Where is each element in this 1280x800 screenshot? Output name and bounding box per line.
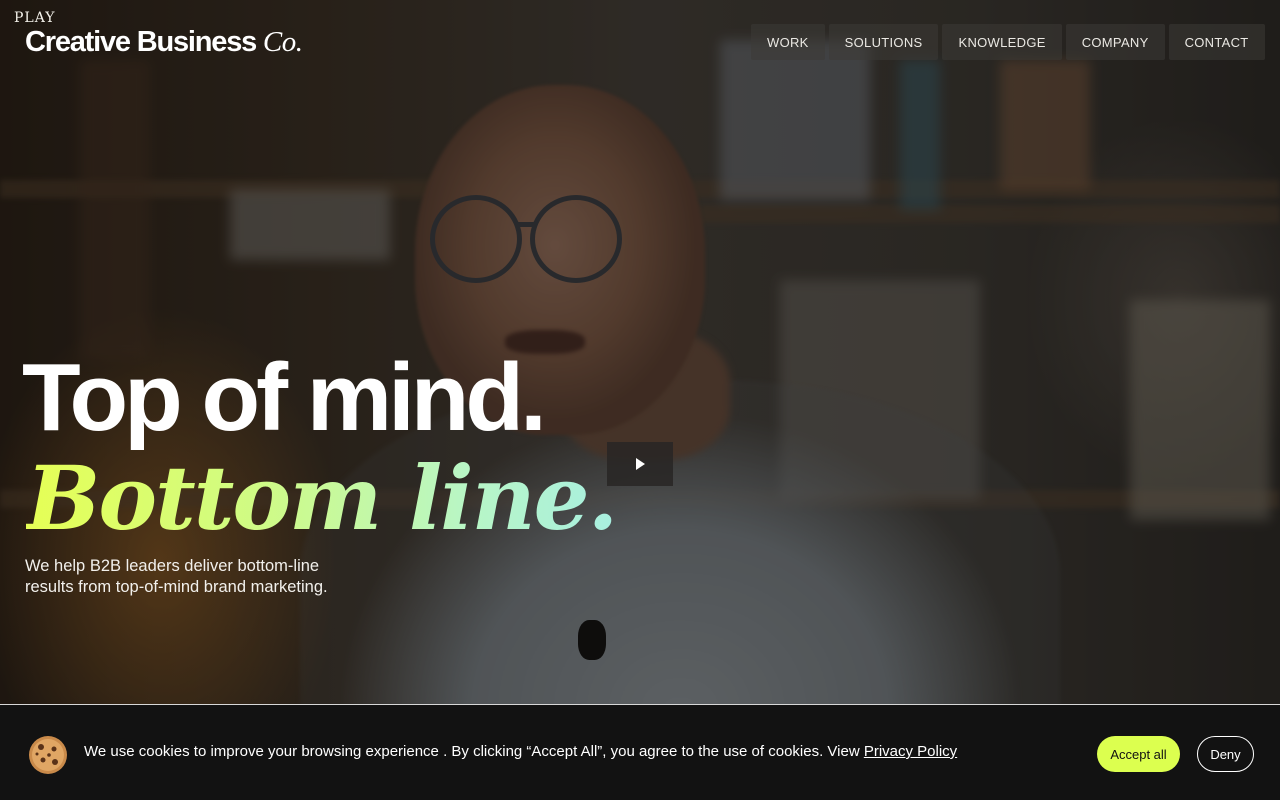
site-logo[interactable]: Creative Business Co. xyxy=(25,26,303,59)
privacy-policy-link[interactable]: Privacy Policy xyxy=(864,743,957,760)
accept-all-button[interactable]: Accept all xyxy=(1097,736,1180,772)
nav-item-company[interactable]: COMPANY xyxy=(1065,24,1165,60)
cookie-icon xyxy=(29,736,67,774)
deny-button[interactable]: Deny xyxy=(1197,736,1254,772)
play-video-button[interactable] xyxy=(607,442,673,486)
hero-headline-italic: Bottom line. xyxy=(26,446,618,550)
nav-item-contact[interactable]: CONTACT xyxy=(1168,24,1265,60)
nav-item-work[interactable]: WORK xyxy=(751,24,825,60)
play-icon xyxy=(636,458,645,470)
logo-main: Creative Business xyxy=(25,26,263,58)
hero-headline: Top of mind. xyxy=(22,344,547,451)
logo-co: Co. xyxy=(262,26,303,58)
nav-item-knowledge[interactable]: KNOWLEDGE xyxy=(942,24,1062,60)
cookie-banner: We use cookies to improve your browsing … xyxy=(0,704,1280,800)
nav-item-solutions[interactable]: SOLUTIONS xyxy=(828,24,939,60)
play-label[interactable]: PLAY xyxy=(14,10,56,26)
cookie-message: We use cookies to improve your browsing … xyxy=(84,743,957,760)
hero-subtext: We help B2B leaders deliver bottom-line … xyxy=(25,557,328,596)
cookie-text: We use cookies to improve your browsing … xyxy=(84,743,864,760)
main-nav: WORK SOLUTIONS KNOWLEDGE COMPANY CONTACT xyxy=(751,24,1265,60)
